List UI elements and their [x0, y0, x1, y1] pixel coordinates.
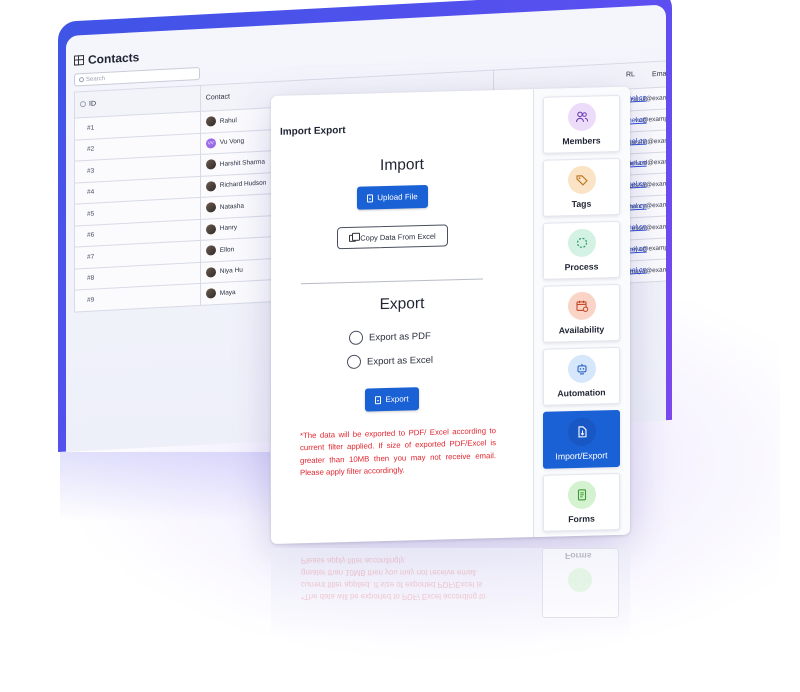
export-pdf-option[interactable]: Export as PDF [349, 329, 431, 345]
sidebar-item-label: Members [562, 135, 601, 147]
export-excel-label: Export as Excel [367, 354, 433, 367]
dialog-reflection: *The data will be exported to PDF/ Excel… [271, 548, 630, 640]
row-url-link[interactable]: nnel.co [624, 108, 666, 132]
file-icon [367, 193, 374, 202]
sidebar-item-members[interactable]: Members [543, 94, 620, 154]
section-divider [301, 278, 483, 285]
sidebar-item-label: Tags [571, 198, 592, 210]
row-url-link[interactable]: nnel.co [624, 215, 666, 239]
avatar [205, 202, 216, 213]
avatar [205, 288, 216, 299]
file-icon [375, 395, 382, 404]
avatar [205, 223, 216, 235]
members-icon [567, 102, 596, 132]
import-heading: Import [380, 155, 424, 175]
sidebar-item-automation[interactable]: Automation [543, 346, 620, 406]
avatar [205, 180, 216, 192]
table-icon [74, 55, 84, 66]
avatar [205, 116, 216, 127]
search-icon [79, 77, 84, 83]
export-pdf-radio[interactable] [349, 330, 363, 345]
sidebar-item-forms[interactable]: Forms [543, 472, 620, 532]
contacts-search-input[interactable]: Search [74, 66, 200, 87]
sidebar-item-label: Import/Export [555, 450, 608, 462]
contacts-reflection [60, 452, 270, 522]
sidebar-item-label: Process [564, 261, 599, 273]
feature-sidebar: Members Tags Process Availability Automa [533, 86, 630, 538]
search-placeholder: Search [86, 75, 106, 83]
url-column: RL nnel.co nnel.co nnel.co nnel.co nnel.… [624, 60, 666, 282]
export-excel-option[interactable]: Export as Excel [347, 353, 433, 370]
copy-icon [349, 234, 357, 242]
copy-from-excel-label: Copy Data From Excel [360, 231, 436, 243]
select-all-checkbox[interactable] [80, 100, 86, 108]
import-export-icon [567, 417, 596, 447]
row-url-link[interactable]: nnel.co [624, 194, 666, 218]
export-note: *The data will be exported to PDF/ Excel… [300, 426, 496, 478]
row-url-link[interactable]: nnel.co [624, 258, 666, 282]
avatar [205, 245, 216, 256]
row-url-link[interactable]: nnel.co [624, 129, 666, 153]
sidebar-item-tags[interactable]: Tags [543, 157, 620, 217]
contacts-title-text: Contacts [88, 50, 140, 67]
avatar [205, 266, 216, 278]
contacts-title: Contacts [74, 50, 139, 67]
row-url-link[interactable]: nnel.co [624, 172, 666, 196]
avatar: VV [205, 137, 216, 149]
reflected-forms-label: Forms [565, 551, 592, 561]
process-icon [567, 228, 596, 258]
row-url-link[interactable]: nnel.co [624, 151, 666, 175]
export-button[interactable]: Export [365, 387, 419, 412]
export-pdf-label: Export as PDF [369, 330, 431, 343]
import-export-dialog: Import Export Import Upload File Copy Da… [271, 86, 630, 545]
upload-file-label: Upload File [377, 192, 418, 203]
row-url-link[interactable]: nnel.co [624, 237, 666, 261]
sidebar-item-label: Availability [558, 324, 605, 336]
export-heading: Export [379, 294, 425, 314]
avatar [205, 159, 216, 170]
reflected-note: *The data will be exported to PDF/ Excel… [301, 556, 486, 601]
sidebar-item-availability[interactable]: Availability [543, 283, 620, 343]
copy-from-excel-button[interactable]: Copy Data From Excel [337, 224, 448, 250]
sidebar-item-label: Automation [557, 387, 606, 399]
dialog-title: Import Export [280, 125, 346, 138]
tag-icon [567, 165, 596, 195]
column-header-url[interactable]: RL [624, 60, 666, 89]
export-button-label: Export [385, 394, 409, 405]
sidebar-item-label: Forms [568, 513, 595, 525]
upload-file-button[interactable]: Upload File [357, 184, 428, 210]
robot-icon [567, 354, 596, 384]
sidebar-item-import-export[interactable]: Import/Export [543, 409, 620, 469]
export-excel-radio[interactable] [347, 354, 361, 370]
form-icon [567, 480, 596, 510]
sidebar-item-process[interactable]: Process [543, 220, 620, 280]
reflected-form-icon [568, 568, 592, 592]
calendar-icon [567, 291, 596, 321]
row-url-link[interactable]: nnel.co [624, 86, 666, 110]
